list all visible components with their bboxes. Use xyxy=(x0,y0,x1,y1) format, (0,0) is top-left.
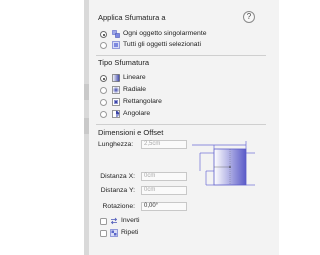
left-background xyxy=(0,0,84,255)
apply-section-title: Applica Sfumatura a xyxy=(98,13,166,22)
repeat-option[interactable]: Ripeti xyxy=(98,229,158,238)
apply-option-all-label: Tutti gli oggetti selezionati xyxy=(123,41,201,48)
apply-option-single-radio[interactable] xyxy=(100,31,107,38)
type-option-radial-radio[interactable] xyxy=(100,87,107,94)
all-objects-icon xyxy=(112,41,120,49)
linear-gradient-icon xyxy=(112,74,120,82)
type-option-rectangular-radio[interactable] xyxy=(100,99,107,106)
type-option-rectangular[interactable]: Rettangolare xyxy=(98,98,218,107)
apply-option-single[interactable]: Ogni oggetto singolarmente xyxy=(98,30,248,39)
invert-arrows-icon xyxy=(110,217,118,225)
single-object-icon xyxy=(112,30,120,38)
apply-option-all[interactable]: Tutti gli oggetti selezionati xyxy=(98,41,248,50)
type-option-linear[interactable]: Lineare xyxy=(98,74,218,83)
apply-option-single-label: Ogni oggetto singolarmente xyxy=(123,30,207,37)
rotation-label: Rotazione: xyxy=(102,203,136,210)
rotation-field[interactable]: 0,00° xyxy=(141,202,187,211)
section-divider xyxy=(96,55,266,56)
distance-x-field[interactable]: 0cm xyxy=(141,172,187,181)
type-section-title: Tipo Sfumatura xyxy=(98,58,149,67)
invert-label: Inverti xyxy=(121,217,140,224)
dim-section-title: Dimensioni e Offset xyxy=(98,128,164,137)
length-field[interactable]: 2,5cm xyxy=(141,140,187,149)
right-background xyxy=(279,0,309,255)
type-option-radial[interactable]: Radiale xyxy=(98,86,218,95)
angular-gradient-icon xyxy=(112,110,120,118)
type-option-angular[interactable]: Angolare xyxy=(98,110,218,119)
distance-y-label: Distanza Y: xyxy=(100,187,135,194)
type-option-rectangular-label: Rettangolare xyxy=(123,98,162,105)
type-option-radial-label: Radiale xyxy=(123,86,147,93)
radial-gradient-icon xyxy=(112,86,120,94)
section-divider xyxy=(96,124,266,125)
distance-y-field[interactable]: 0cm xyxy=(141,186,187,195)
repeat-label: Ripeti xyxy=(121,229,139,236)
repeat-checkbox[interactable] xyxy=(100,230,107,237)
help-button[interactable]: ? xyxy=(243,11,255,23)
repeat-icon xyxy=(110,229,118,237)
invert-checkbox[interactable] xyxy=(100,218,107,225)
type-option-linear-radio[interactable] xyxy=(100,75,107,82)
distance-x-label: Distanza X: xyxy=(100,173,135,180)
length-label: Lunghezza: xyxy=(98,141,134,148)
type-option-angular-label: Angolare xyxy=(123,110,151,117)
type-option-linear-label: Lineare xyxy=(123,74,146,81)
gradient-preview[interactable] xyxy=(192,141,255,191)
rectangular-gradient-icon xyxy=(112,98,120,106)
type-option-angular-radio[interactable] xyxy=(100,111,107,118)
apply-option-all-radio[interactable] xyxy=(100,42,107,49)
invert-option[interactable]: Inverti xyxy=(98,217,158,226)
